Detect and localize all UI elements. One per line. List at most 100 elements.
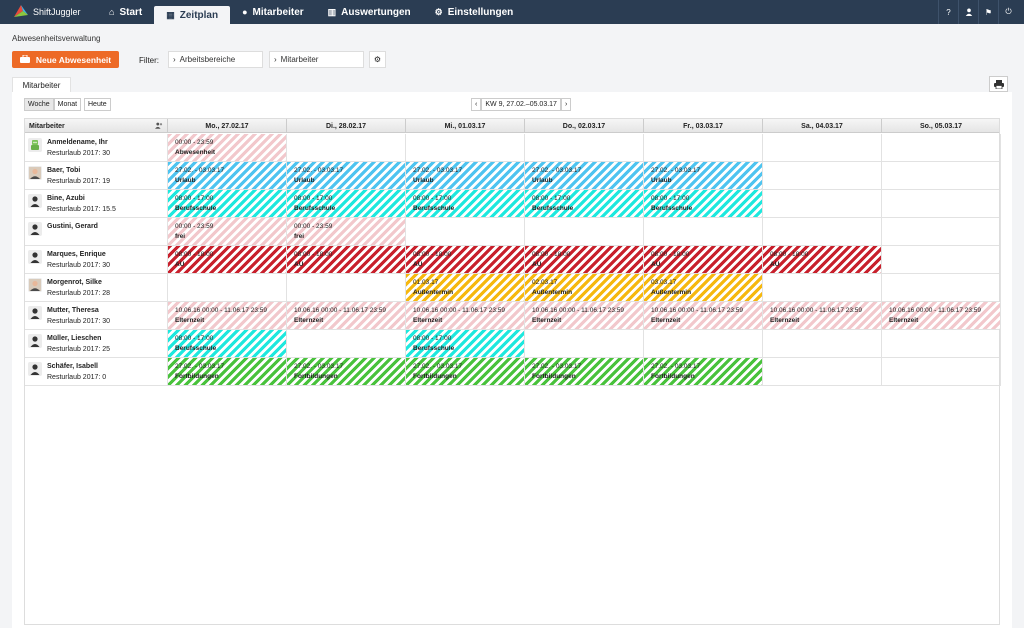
column-divider — [286, 274, 287, 302]
new-absence-button[interactable]: Neue Abwesenheit — [12, 51, 119, 68]
column-divider — [1000, 246, 1001, 274]
absence-entry[interactable]: 27.02. - 03.03.17Urlaub — [168, 162, 286, 189]
flag-icon[interactable]: ⚑ — [978, 0, 998, 24]
absence-type: Urlaub — [413, 177, 434, 184]
chevron-right-icon: › — [274, 55, 277, 64]
absence-entry[interactable]: 08:00 - 17:00Berufsschule — [525, 190, 643, 217]
absence-type: Berufsschule — [413, 205, 454, 212]
prev-week-button[interactable]: ‹ — [471, 98, 481, 111]
absence-entry[interactable]: 27.02. - 03.03.17Fortbildungen — [168, 358, 286, 385]
absence-entry[interactable]: 08:00 - 17:00Berufsschule — [168, 190, 286, 217]
absence-entry[interactable]: 08:00 - 18:00AU — [168, 246, 286, 273]
absence-entry[interactable]: 08:00 - 18:00AU — [763, 246, 881, 273]
absence-entry[interactable]: 08:00 - 18:00AU — [406, 246, 524, 273]
user-icon[interactable] — [958, 0, 978, 24]
month-view-button[interactable]: Monat — [54, 98, 81, 111]
absence-type: Fortbildungen — [175, 373, 219, 380]
absence-entry[interactable]: 27.02. - 03.03.17Fortbildungen — [525, 358, 643, 385]
power-icon[interactable]: ⏻ — [998, 0, 1018, 24]
employee-cell[interactable]: Anmeldename, IhrResturlaub 2017: 30 — [25, 134, 167, 162]
absence-entry[interactable]: 01.03.17Außentermin — [406, 274, 524, 301]
employee-cell[interactable]: Marques, EnriqueResturlaub 2017: 30 — [25, 246, 167, 274]
absence-type: Elternzeit — [413, 317, 442, 324]
absence-entry[interactable]: 00:00 - 23:59frei — [287, 218, 405, 245]
nav-item-mitarbeiter[interactable]: ●Mitarbeiter — [230, 0, 316, 24]
absence-time: 10.06.16 00:00 - 11.06.17 23:59 — [532, 307, 624, 314]
logo-icon — [12, 3, 30, 21]
filter-settings-button[interactable]: ⚙ — [369, 51, 386, 68]
absence-grid: MitarbeiterMo., 27.02.17Di., 28.02.17Mi.… — [24, 118, 1000, 625]
absence-type: Berufsschule — [651, 205, 692, 212]
absence-type: Urlaub — [175, 177, 196, 184]
absence-type: Elternzeit — [889, 317, 918, 324]
column-header-employee-label: Mitarbeiter — [29, 123, 65, 130]
absence-entry[interactable]: 27.02. - 03.03.17Fortbildungen — [406, 358, 524, 385]
absence-type: AU — [770, 261, 779, 268]
employee-cell[interactable]: Schäfer, IsabellResturlaub 2017: 0 — [25, 358, 167, 386]
page-body: Abwesenheitsverwaltung Neue Abwesenheit … — [0, 24, 1024, 628]
absence-entry[interactable]: 08:00 - 17:00Berufsschule — [406, 190, 524, 217]
absence-entry[interactable]: 10.06.16 00:00 - 11.06.17 23:59Elternzei… — [406, 302, 524, 329]
employee-vacation-remaining: Resturlaub 2017: 28 — [47, 290, 110, 297]
nav-item-auswertungen[interactable]: ▥Auswertungen — [316, 0, 423, 24]
column-divider — [167, 274, 168, 302]
absence-time: 27.02. - 03.03.17 — [413, 363, 462, 370]
absence-time: 27.02. - 03.03.17 — [651, 167, 700, 174]
next-week-button[interactable]: › — [561, 98, 571, 111]
absence-entry[interactable]: 27.02. - 03.03.17Urlaub — [406, 162, 524, 189]
absence-entry[interactable]: 27.02. - 03.03.17Urlaub — [644, 162, 762, 189]
absence-entry[interactable]: 27.02. - 03.03.17Fortbildungen — [287, 358, 405, 385]
print-button[interactable] — [989, 76, 1008, 92]
absence-entry[interactable]: 08:00 - 18:00AU — [287, 246, 405, 273]
week-view-button[interactable]: Woche — [24, 98, 54, 111]
absence-entry[interactable]: 08:00 - 17:00Berufsschule — [406, 330, 524, 357]
absence-entry[interactable]: 10.06.16 00:00 - 11.06.17 23:59Elternzei… — [287, 302, 405, 329]
nav-item-start[interactable]: ⌂Start — [97, 0, 154, 24]
absence-entry[interactable]: 08:00 - 18:00AU — [644, 246, 762, 273]
absence-entry[interactable]: 00:00 - 23:59frei — [168, 218, 286, 245]
absence-time: 08:00 - 18:00 — [651, 251, 689, 258]
group-users-icon[interactable] — [155, 122, 163, 131]
top-navbar: ShiftJuggler ⌂Start▦Zeitplan●Mitarbeiter… — [0, 0, 1024, 24]
employee-cell[interactable]: Bine, AzubiResturlaub 2017: 15.5 — [25, 190, 167, 218]
absence-entry[interactable]: 10.06.16 00:00 - 11.06.17 23:59Elternzei… — [763, 302, 881, 329]
absence-entry[interactable]: 10.06.16 00:00 - 11.06.17 23:59Elternzei… — [644, 302, 762, 329]
today-button[interactable]: Heute — [84, 98, 111, 111]
app-logo[interactable]: ShiftJuggler — [12, 3, 81, 21]
nav-item-zeitplan[interactable]: ▦Zeitplan — [154, 6, 230, 24]
topright-icons: ? ⚑ ⏻ — [938, 0, 1018, 24]
absence-entry[interactable]: 00:00 - 23:59Abwesenheit — [168, 134, 286, 161]
absence-entry[interactable]: 10.06.16 00:00 - 11.06.17 23:59Elternzei… — [882, 302, 1000, 329]
absence-entry[interactable]: 08:00 - 17:00Berufsschule — [287, 190, 405, 217]
column-divider — [1000, 134, 1001, 162]
nav-item-einstellungen[interactable]: ⚙Einstellungen — [423, 0, 526, 24]
employee-cell[interactable]: Müller, LieschenResturlaub 2017: 25 — [25, 330, 167, 358]
absence-entry[interactable]: 27.02. - 03.03.17Fortbildungen — [644, 358, 762, 385]
absence-entry[interactable]: 27.02. - 03.03.17Urlaub — [525, 162, 643, 189]
absence-entry[interactable]: 27.02. - 03.03.17Urlaub — [287, 162, 405, 189]
absence-entry[interactable]: 08:00 - 18:00AU — [525, 246, 643, 273]
absence-entry[interactable]: 03.03.17Außentermin — [644, 274, 762, 301]
column-divider — [286, 330, 287, 358]
absence-entry[interactable]: 10.06.16 00:00 - 11.06.17 23:59Elternzei… — [168, 302, 286, 329]
tab-mitarbeiter[interactable]: Mitarbeiter — [12, 77, 71, 93]
employee-name: Morgenrot, Silke — [47, 279, 102, 286]
absence-entry[interactable]: 10.06.16 00:00 - 11.06.17 23:59Elternzei… — [525, 302, 643, 329]
absence-entry[interactable]: 08:00 - 17:00Berufsschule — [168, 330, 286, 357]
column-divider — [762, 134, 763, 162]
filter-areas-dropdown[interactable]: › Arbeitsbereiche — [168, 51, 263, 68]
absence-time: 00:00 - 23:59 — [175, 223, 213, 230]
absence-type: Berufsschule — [413, 345, 454, 352]
help-icon[interactable]: ? — [938, 0, 958, 24]
employee-cell[interactable]: Gustini, Gerard — [25, 218, 167, 246]
employee-cell[interactable]: Morgenrot, Silke Resturlaub 2017: 28 — [25, 274, 167, 302]
absence-type: Berufsschule — [175, 205, 216, 212]
employee-cell[interactable]: Baer, TobiResturlaub 2017: 19 — [25, 162, 167, 190]
filter-employees-dropdown[interactable]: › Mitarbeiter — [269, 51, 364, 68]
employee-cell[interactable]: Mutter, TheresaResturlaub 2017: 30 — [25, 302, 167, 330]
column-divider — [1000, 190, 1001, 218]
absence-entry[interactable]: 08:00 - 17:00Berufsschule — [644, 190, 762, 217]
nav-item-label: Einstellungen — [448, 7, 514, 18]
absence-time: 27.02. - 03.03.17 — [651, 363, 700, 370]
absence-entry[interactable]: 02.03.17Außentermin — [525, 274, 643, 301]
